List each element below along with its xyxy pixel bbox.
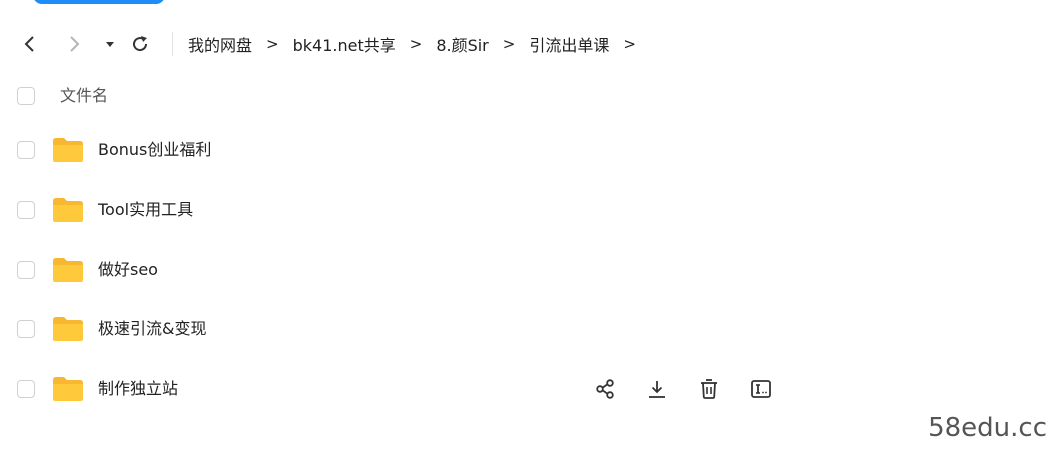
back-button[interactable] bbox=[18, 32, 42, 56]
breadcrumb-separator: > bbox=[409, 35, 423, 53]
share-button[interactable] bbox=[592, 377, 618, 401]
share-icon bbox=[596, 379, 614, 399]
upload-button-partial[interactable] bbox=[33, 0, 165, 4]
table-row[interactable]: 做好seo bbox=[0, 250, 1057, 290]
watermark: 58edu.cc bbox=[928, 413, 1047, 443]
chevron-right-icon bbox=[70, 36, 80, 52]
row-checkbox[interactable] bbox=[17, 141, 35, 159]
select-all-checkbox[interactable] bbox=[17, 87, 35, 105]
table-row[interactable]: Tool实用工具 bbox=[0, 190, 1057, 230]
breadcrumb-separator: > bbox=[502, 35, 516, 53]
breadcrumb-separator: > bbox=[266, 35, 279, 53]
navigation-bar: 我的网盘 > bk41.net共享 > 8.颜Sir > 引流出单课 > bbox=[0, 26, 1057, 62]
breadcrumb-separator: > bbox=[623, 35, 636, 53]
table-row[interactable]: Bonus创业福利 bbox=[0, 130, 1057, 170]
folder-icon bbox=[53, 377, 83, 401]
refresh-icon bbox=[133, 36, 148, 52]
breadcrumb-item[interactable]: 我的网盘 bbox=[188, 32, 252, 56]
chevron-left-icon bbox=[24, 36, 34, 52]
column-header-filename[interactable]: 文件名 bbox=[60, 84, 108, 108]
row-actions bbox=[592, 377, 774, 401]
delete-icon bbox=[701, 379, 717, 399]
folder-icon bbox=[53, 138, 83, 162]
table-row-hovered[interactable]: 制作独立站 bbox=[0, 369, 1057, 409]
folder-name[interactable]: 做好seo bbox=[98, 250, 158, 290]
nav-divider bbox=[172, 32, 173, 56]
refresh-button[interactable] bbox=[128, 32, 152, 56]
rename-button[interactable] bbox=[748, 377, 774, 401]
folder-icon bbox=[53, 317, 83, 341]
folder-icon bbox=[53, 198, 83, 222]
folder-name[interactable]: Tool实用工具 bbox=[98, 190, 193, 230]
breadcrumb-item[interactable]: bk41.net共享 bbox=[293, 32, 396, 56]
download-button[interactable] bbox=[644, 377, 670, 401]
row-checkbox[interactable] bbox=[17, 380, 35, 398]
breadcrumb-item[interactable]: 8.颜Sir bbox=[436, 32, 488, 56]
delete-button[interactable] bbox=[696, 377, 722, 401]
breadcrumb-item-current[interactable]: 引流出单课 bbox=[529, 32, 609, 56]
folder-name[interactable]: 极速引流&变现 bbox=[98, 309, 206, 349]
folder-name[interactable]: Bonus创业福利 bbox=[98, 130, 211, 170]
breadcrumb: 我的网盘 > bk41.net共享 > 8.颜Sir > 引流出单课 > bbox=[188, 26, 650, 62]
row-checkbox[interactable] bbox=[17, 261, 35, 279]
folder-icon bbox=[53, 258, 83, 282]
row-checkbox[interactable] bbox=[17, 201, 35, 219]
download-icon bbox=[649, 381, 665, 398]
table-row[interactable]: 极速引流&变现 bbox=[0, 309, 1057, 349]
caret-down-icon bbox=[106, 42, 114, 47]
folder-name[interactable]: 制作独立站 bbox=[98, 369, 178, 409]
history-dropdown-button[interactable] bbox=[98, 32, 122, 56]
rename-icon bbox=[751, 380, 771, 398]
forward-button[interactable] bbox=[62, 32, 86, 56]
row-checkbox[interactable] bbox=[17, 320, 35, 338]
